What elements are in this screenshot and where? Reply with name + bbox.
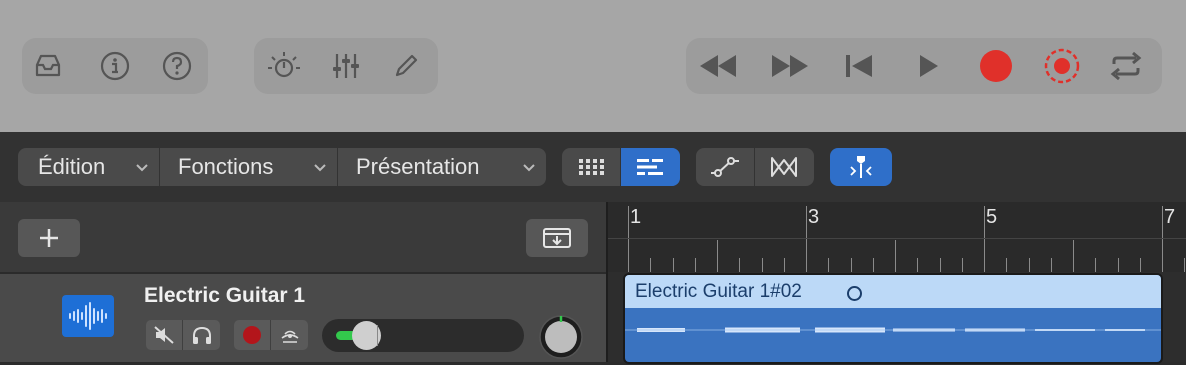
pencil-icon[interactable]: [386, 46, 426, 86]
ruler-subtick: [961, 258, 963, 272]
ruler-subtick: [1028, 258, 1030, 272]
ruler-tick: [984, 206, 985, 272]
catch-playhead-button[interactable]: [830, 148, 892, 186]
menu-functions-label: Fonctions: [178, 154, 274, 179]
chevron-down-icon: [314, 164, 326, 172]
bar-number-5: 5: [986, 206, 998, 228]
cycle-icon[interactable]: [1106, 46, 1146, 86]
play-icon[interactable]: [908, 46, 948, 86]
chevron-down-icon: [523, 164, 535, 172]
ruler-tick: [1162, 206, 1163, 272]
automation-group: [696, 148, 814, 186]
mute-icon[interactable]: [146, 320, 183, 350]
inbox-icon[interactable]: [28, 46, 68, 86]
ruler-tick: [1073, 240, 1074, 272]
ruler-subtick: [917, 258, 919, 272]
brightness-icon[interactable]: [264, 46, 304, 86]
bar-number-3: 3: [808, 206, 820, 228]
region-name: Electric Guitar 1#02: [635, 281, 802, 302]
track-name[interactable]: Electric Guitar 1: [144, 284, 305, 308]
audio-waveform-icon: [62, 295, 114, 337]
menu-edit[interactable]: Édition: [18, 148, 160, 186]
ruler-subtick: [694, 258, 696, 272]
ruler-subtick: [761, 258, 763, 272]
plus-icon: [40, 229, 58, 247]
ruler-subtick: [1139, 258, 1141, 272]
region-header: Electric Guitar 1#02: [625, 275, 1161, 308]
menu-functions[interactable]: Fonctions: [160, 148, 338, 186]
list-view-icon[interactable]: [620, 148, 680, 186]
global-tracks-button[interactable]: [526, 219, 588, 257]
ruler-subtick: [672, 258, 674, 272]
automation-icon[interactable]: [696, 148, 755, 186]
headphones-icon[interactable]: [183, 320, 220, 350]
menu-view-label: Présentation: [356, 154, 480, 179]
ruler-subtick: [1006, 258, 1008, 272]
record-monitor-group: [234, 320, 308, 350]
ruler-subtick: [1184, 258, 1186, 272]
ruler-tick: [895, 240, 896, 272]
add-track-button[interactable]: [18, 219, 80, 257]
mute-solo-group: [146, 320, 220, 350]
bar-number-1: 1: [630, 206, 642, 228]
menu-edit-label: Édition: [38, 154, 106, 179]
ruler-subtick: [650, 258, 652, 272]
volume-slider[interactable]: [322, 319, 524, 352]
grid-view-icon[interactable]: [562, 148, 621, 186]
chevron-down-icon: [136, 164, 148, 172]
waveform: [625, 327, 1161, 333]
ruler-subtick: [1117, 258, 1119, 272]
audio-region[interactable]: Electric Guitar 1#02: [623, 273, 1163, 364]
ruler-subtick: [739, 258, 741, 272]
help-icon[interactable]: [157, 46, 197, 86]
ruler-subtick: [828, 258, 830, 272]
ruler-baseline: [608, 238, 1186, 239]
track-header-toolbar: [0, 202, 606, 272]
tracks-toolbar: Édition Fonctions Présentation: [0, 132, 1186, 202]
bar-ruler[interactable]: 1 3 5 7: [608, 202, 1186, 272]
volume-marker: [377, 325, 378, 346]
loop-indicator-icon: [847, 286, 862, 301]
menu-view[interactable]: Présentation: [338, 148, 546, 186]
control-bar: [0, 0, 1186, 132]
view-toggle: [562, 148, 680, 186]
global-tracks-icon: [543, 228, 571, 248]
pan-knob[interactable]: [538, 314, 584, 360]
rewind-icon[interactable]: [698, 46, 738, 86]
go-to-start-icon[interactable]: [838, 46, 878, 86]
info-icon[interactable]: [95, 46, 135, 86]
capture-record-icon[interactable]: [1042, 46, 1082, 86]
ruler-subtick: [1050, 258, 1052, 272]
flex-icon[interactable]: [755, 148, 814, 186]
ruler-tick: [628, 206, 629, 272]
bar-number-7: 7: [1164, 206, 1176, 228]
mixer-icon[interactable]: [326, 46, 366, 86]
ruler-tick: [806, 206, 807, 272]
fast-forward-icon[interactable]: [770, 46, 810, 86]
ruler-tick: [717, 240, 718, 272]
record-icon[interactable]: [976, 46, 1016, 86]
catch-playhead-icon: [830, 148, 892, 186]
ruler-subtick: [783, 258, 785, 272]
ruler-subtick: [850, 258, 852, 272]
menu-group: Édition Fonctions Présentation: [18, 148, 546, 186]
ruler-subtick: [872, 258, 874, 272]
input-monitor-icon[interactable]: [271, 320, 308, 350]
ruler-subtick: [1095, 258, 1097, 272]
ruler-subtick: [939, 258, 941, 272]
record-arm-icon[interactable]: [234, 320, 271, 350]
